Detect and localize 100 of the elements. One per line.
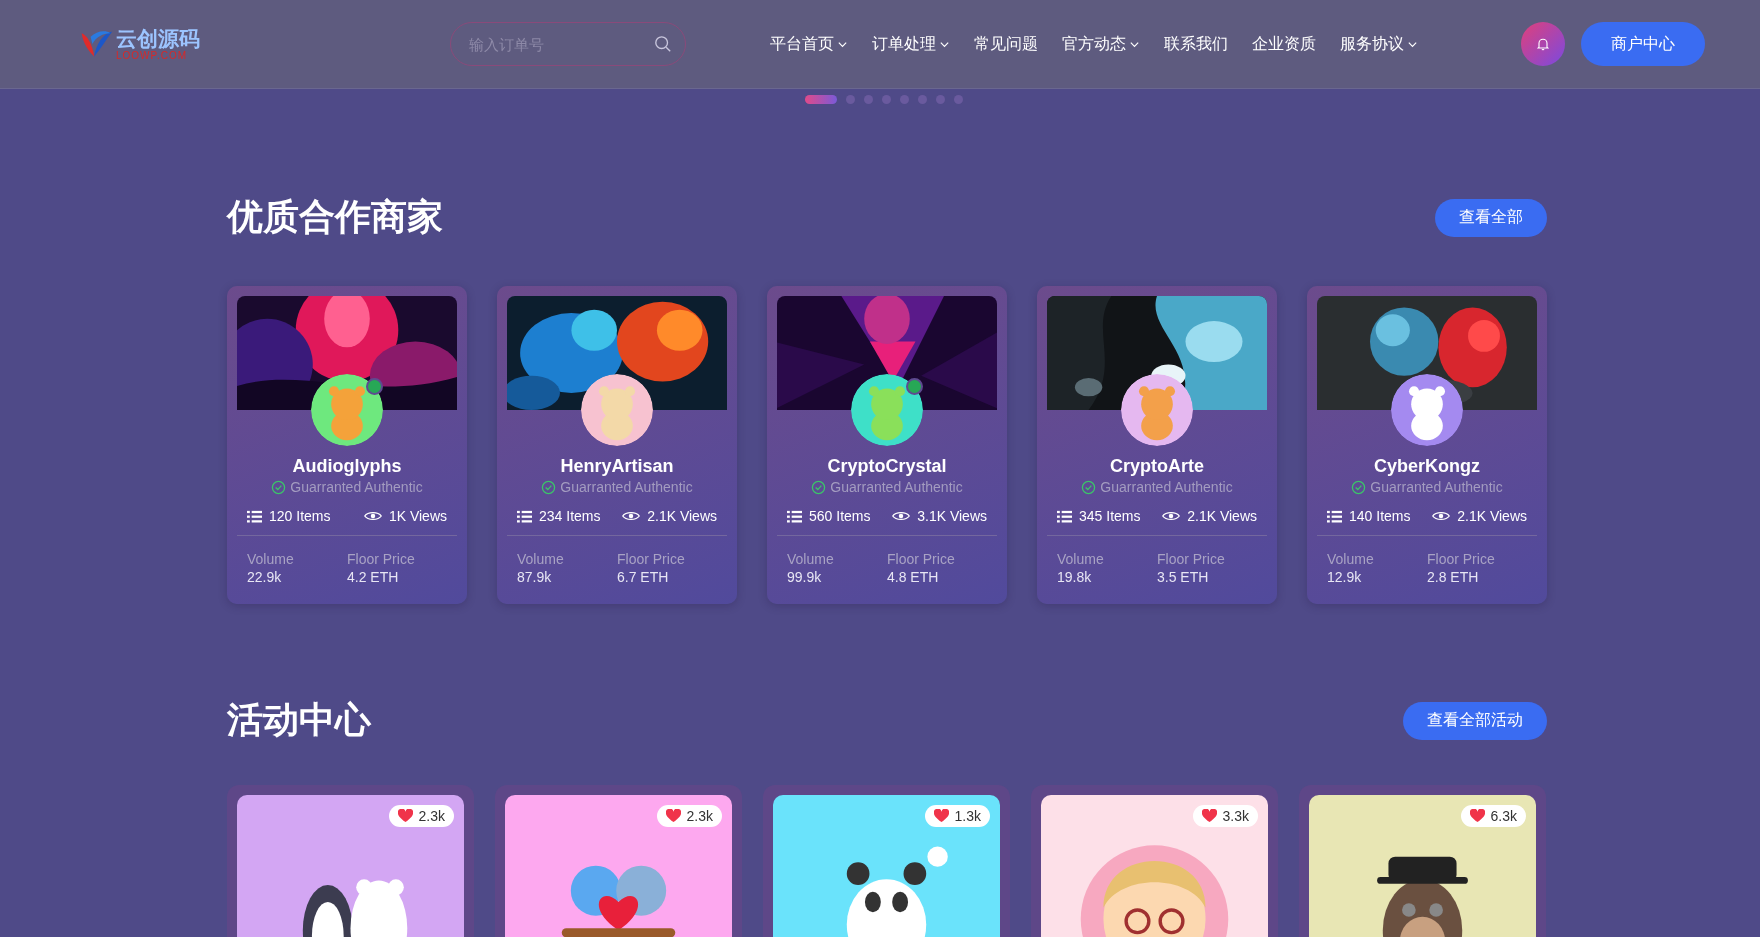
views-count: 1K Views — [388, 508, 447, 524]
floor-price-value: 6.7 ETH — [617, 568, 670, 586]
merchant-name: CryptoArte — [1109, 456, 1205, 477]
nav-link[interactable]: 常见问题 — [974, 33, 1038, 55]
merchant-name: CryptoCrystal — [826, 456, 948, 477]
volume-label: Volume — [247, 550, 295, 568]
volume-label: Volume — [1057, 550, 1105, 568]
activity-card[interactable]: 3.3k — [1031, 785, 1278, 937]
like-badge[interactable]: 3.3k — [1192, 805, 1258, 827]
like-count: 2.3k — [418, 808, 445, 824]
merchant-name: Audioglyphs — [291, 456, 403, 477]
activity-card[interactable]: 2.3k — [495, 785, 742, 937]
nav-link[interactable]: 服务协议 — [1340, 33, 1418, 55]
volume-label: Volume — [787, 550, 835, 568]
heart-icon — [1201, 809, 1217, 823]
heart-icon — [665, 809, 681, 823]
carousel-dot[interactable] — [954, 94, 963, 104]
like-count: 2.3k — [686, 808, 713, 824]
eye-icon — [622, 510, 641, 522]
views-count: 2.1K Views — [1187, 508, 1257, 524]
floor-price-value: 3.5 ETH — [1157, 568, 1210, 586]
section-title: 优质合作商家 — [227, 195, 443, 239]
floor-price-value: 4.8 ETH — [887, 568, 940, 586]
eye-icon — [892, 510, 911, 522]
check-circle-icon — [1351, 479, 1367, 495]
logo[interactable]: 云创源码 LOOWP.COM — [78, 27, 208, 61]
verified-label: Guarranted Authentic — [1370, 479, 1503, 495]
floor-price-label: Floor Price — [887, 550, 956, 568]
items-count: 345 Items — [1079, 508, 1141, 524]
notification-button[interactable] — [1521, 22, 1565, 66]
view-all-button[interactable]: 查看全部活动 — [1403, 701, 1547, 740]
list-icon — [787, 509, 802, 523]
floor-price-label: Floor Price — [347, 550, 416, 568]
logo-subtitle: LOOWP.COM — [116, 50, 189, 61]
like-badge[interactable]: 2.3k — [388, 805, 454, 827]
like-count: 1.3k — [954, 808, 981, 824]
volume-value: 87.9k — [517, 568, 553, 586]
carousel-dot[interactable] — [900, 94, 909, 104]
nav-link[interactable]: 平台首页 — [770, 33, 848, 55]
like-badge[interactable]: 1.3k — [924, 805, 990, 827]
floor-price-label: Floor Price — [617, 550, 686, 568]
floor-price-label: Floor Price — [1427, 550, 1496, 568]
floor-price-value: 4.2 ETH — [347, 568, 400, 586]
merchant-name: HenryArtisan — [559, 456, 675, 477]
view-all-button[interactable]: 查看全部 — [1435, 198, 1547, 237]
nav-link[interactable]: 订单处理 — [872, 33, 950, 55]
activity-card[interactable]: 6.3k — [1299, 785, 1546, 937]
list-icon — [1057, 509, 1072, 523]
check-circle-icon — [271, 479, 287, 495]
list-icon — [247, 509, 262, 523]
merchant-name: CyberKongz — [1373, 456, 1481, 477]
nav-link[interactable]: 官方动态 — [1062, 33, 1140, 55]
volume-label: Volume — [1327, 550, 1375, 568]
bell-icon — [1535, 36, 1551, 52]
check-circle-icon — [811, 479, 827, 495]
check-circle-icon — [541, 479, 557, 495]
carousel-dot[interactable] — [918, 94, 927, 104]
items-count: 234 Items — [539, 508, 601, 524]
search-icon[interactable] — [654, 35, 672, 53]
nav-link[interactable]: 联系我们 — [1164, 33, 1228, 55]
carousel-dot[interactable] — [846, 94, 855, 104]
volume-value: 22.9k — [247, 568, 283, 586]
verified-label: Guarranted Authentic — [560, 479, 693, 495]
list-icon — [517, 509, 532, 523]
nav-link[interactable]: 企业资质 — [1252, 33, 1316, 55]
heart-icon — [397, 809, 413, 823]
check-circle-icon — [1081, 479, 1097, 495]
views-count: 3.1K Views — [917, 508, 987, 524]
heart-icon — [933, 809, 949, 823]
eye-icon — [1432, 510, 1451, 522]
list-icon — [1327, 509, 1342, 523]
eye-icon — [363, 510, 382, 522]
floor-price-value: 2.8 ETH — [1427, 568, 1480, 586]
volume-value: 19.8k — [1057, 568, 1093, 586]
carousel-dot[interactable] — [936, 94, 945, 104]
carousel-dot[interactable] — [864, 94, 873, 104]
like-count: 3.3k — [1222, 808, 1249, 824]
floor-price-label: Floor Price — [1157, 550, 1226, 568]
views-count: 2.1K Views — [647, 508, 717, 524]
verified-label: Guarranted Authentic — [1100, 479, 1233, 495]
verified-label: Guarranted Authentic — [830, 479, 963, 495]
volume-label: Volume — [517, 550, 565, 568]
like-badge[interactable]: 2.3k — [656, 805, 722, 827]
eye-icon — [1162, 510, 1181, 522]
items-count: 120 Items — [269, 508, 331, 524]
views-count: 2.1K Views — [1457, 508, 1527, 524]
merchant-center-button[interactable]: 商户中心 — [1581, 22, 1705, 66]
volume-value: 12.9k — [1327, 568, 1363, 586]
section-title: 活动中心 — [227, 698, 371, 742]
activity-card[interactable]: 1.3k — [763, 785, 1010, 937]
like-badge[interactable]: 6.3k — [1460, 805, 1526, 827]
carousel-dot[interactable] — [882, 94, 891, 104]
volume-value: 99.9k — [787, 568, 823, 586]
items-count: 140 Items — [1349, 508, 1411, 524]
activity-card[interactable]: 2.3k — [227, 785, 474, 937]
verified-label: Guarranted Authentic — [290, 479, 423, 495]
heart-icon — [1469, 809, 1485, 823]
logo-title: 云创源码 — [116, 27, 200, 49]
like-count: 6.3k — [1490, 808, 1517, 824]
items-count: 560 Items — [809, 508, 871, 524]
